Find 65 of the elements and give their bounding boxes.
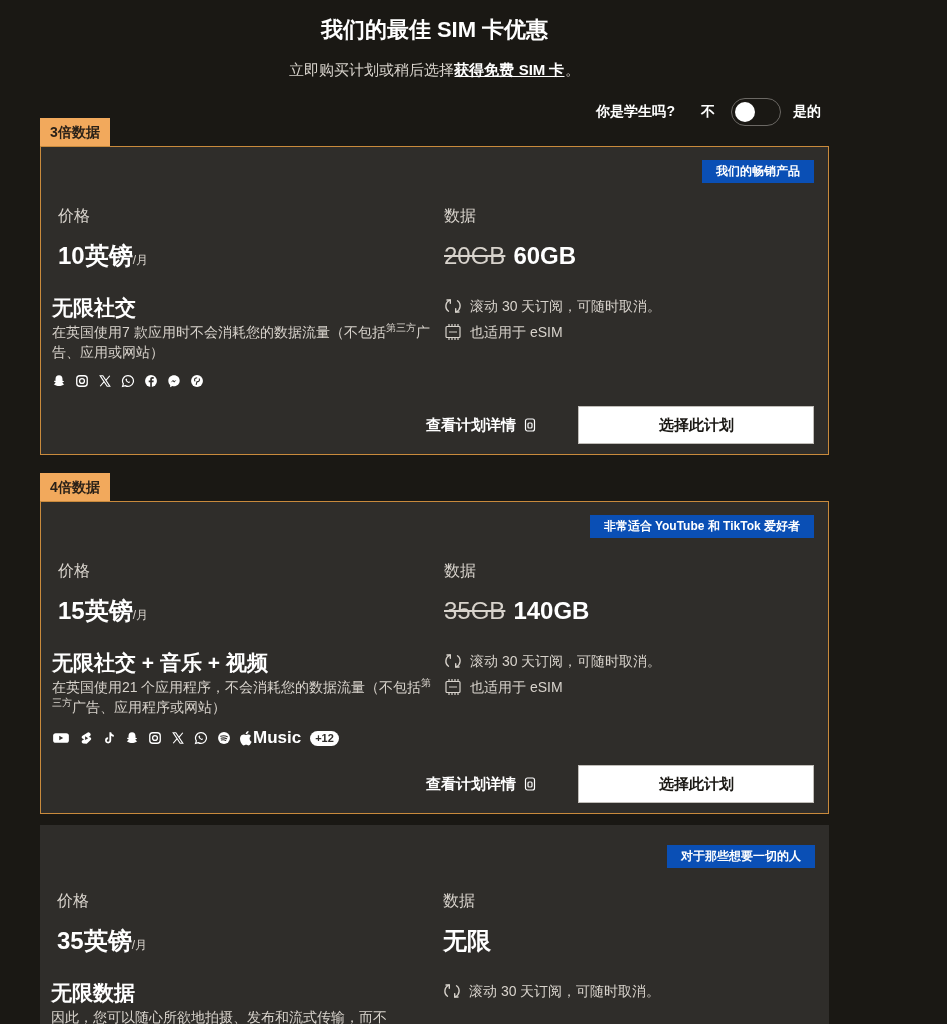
- round-icon: [144, 374, 158, 388]
- music-note-icon: [102, 731, 116, 745]
- price-value: 15英镑/月: [57, 596, 150, 626]
- data-label: 数据: [444, 206, 477, 226]
- price-label: 价格: [56, 891, 90, 911]
- feature-text: 也适用于 eSIM: [470, 323, 563, 342]
- round-icon: [190, 374, 204, 388]
- free-sim-link[interactable]: 获得免费 SIM 卡: [454, 61, 565, 78]
- feature-text: 滚动 30 天订阅，可随时取消。: [470, 297, 662, 316]
- plan-tag: 4倍数据: [40, 473, 110, 501]
- plan-badge: 我们的畅销产品: [702, 160, 814, 183]
- bolt-icon: [79, 731, 93, 745]
- plan-tag: 3倍数据: [40, 118, 110, 146]
- count-badge: +12: [310, 730, 339, 746]
- price-label: 价格: [57, 206, 91, 226]
- x-icon: [171, 731, 185, 745]
- choose-plan-button[interactable]: 选择此计划: [578, 406, 814, 444]
- x-icon: [98, 374, 112, 388]
- details-link[interactable]: 查看计划详情: [426, 415, 536, 435]
- chat-bubble-icon: [167, 374, 181, 388]
- chip-icon: [444, 678, 462, 696]
- ghost-icon: [52, 374, 66, 388]
- music-logo: Music: [238, 729, 302, 747]
- old-data-value: 35GB: [444, 597, 506, 624]
- feature-title: 无限数据: [51, 980, 136, 1006]
- refresh-icon: [444, 297, 462, 315]
- toggle-on-label: 是的: [793, 103, 821, 121]
- feature-description: 在英国使用7 款应用时不会消耗您的数据流量（不包括$^{第三方}$广告、应用或网站）: [52, 322, 431, 362]
- details-link[interactable]: 查看计划详情: [426, 774, 536, 794]
- student-question: 你是学生吗?: [596, 103, 675, 121]
- refresh-icon: [444, 652, 462, 670]
- ghost-icon: [125, 731, 139, 745]
- feature-text: 也适用于 eSIM: [470, 678, 563, 697]
- phone-bubble-icon: [194, 731, 208, 745]
- feature-title: 无限社交: [52, 295, 137, 321]
- data-label: 数据: [444, 561, 477, 581]
- feature-text: 滚动 30 天订阅，可随时取消。: [469, 982, 661, 1001]
- price-value: 35英镑/月: [56, 926, 149, 956]
- plan-badge: 对于那些想要一切的人: [667, 845, 815, 868]
- toggle-off-label: 不: [701, 103, 715, 121]
- plan-badge: 非常适合 YouTube 和 TikTok 爱好者: [589, 515, 814, 538]
- play-icon: [52, 731, 70, 745]
- camera-icon: [148, 731, 162, 745]
- data-value: 60GB: [513, 242, 577, 269]
- feature-text: 滚动 30 天订阅，可随时取消。: [470, 652, 662, 671]
- round-icon: [217, 731, 231, 745]
- refresh-icon: [443, 982, 461, 1000]
- price-label: 价格: [57, 561, 91, 581]
- old-data-value: 20GB: [444, 242, 506, 269]
- feature-title: 无限社交 + 音乐 + 视频: [52, 650, 269, 676]
- data-value: 140GB: [513, 597, 590, 624]
- camera-icon: [75, 374, 89, 388]
- device-icon: [524, 777, 536, 791]
- data-value: 无限: [443, 927, 491, 954]
- subtitle: 立即购买计划或稍后选择获得免费 SIM 卡。: [288, 60, 581, 80]
- page-title: 我们的最佳 SIM 卡优惠: [319, 16, 550, 44]
- chip-icon: [444, 323, 462, 341]
- student-toggle[interactable]: [731, 98, 781, 126]
- feature-description: 在英国使用21 个应用程序，不会消耗您的数据流量（不包括$^{第}$$^{三方}$广告、应用程序或网站）: [52, 677, 433, 717]
- choose-plan-button[interactable]: 选择此计划: [578, 765, 814, 803]
- phone-bubble-icon: [121, 374, 135, 388]
- price-value: 10英镑/月: [57, 241, 150, 271]
- device-icon: [524, 418, 536, 432]
- data-label: 数据: [443, 891, 476, 911]
- feature-description: 因此，您可以随心所欲地拍摄、发布和流式传输，而不: [51, 1008, 388, 1024]
